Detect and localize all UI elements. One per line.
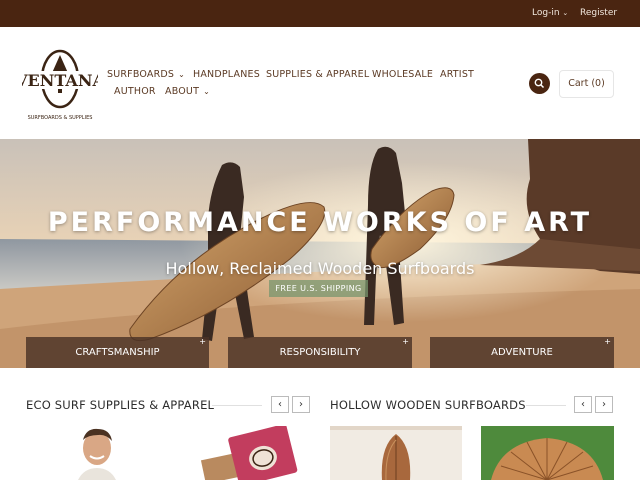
cart-button[interactable]: Cart (0) — [559, 70, 614, 98]
ventana-logo[interactable]: VENTANA SURFBOARDS & SUPPLIES — [22, 43, 98, 123]
tile-craftsmanship-label: CRAFTSMANSHIP — [75, 347, 160, 358]
tile-craftsmanship[interactable]: CRAFTSMANSHIP + — [26, 337, 209, 368]
boards-next-button[interactable]: › — [595, 396, 613, 413]
section-title-boards: HOLLOW WOODEN SURFBOARDS — [330, 398, 526, 412]
chevron-down-icon: ⌄ — [562, 9, 569, 17]
nav-handplanes[interactable]: HANDPLANES — [193, 69, 260, 80]
tile-adventure-label: ADVENTURE — [491, 347, 553, 358]
tile-responsibility-label: RESPONSIBILITY — [279, 347, 361, 358]
product-thumb-surfboard-2[interactable] — [481, 426, 614, 480]
register-link[interactable]: Register — [580, 8, 617, 18]
hero-banner[interactable]: PERFORMANCE WORKS OF ART Hollow, Reclaim… — [0, 139, 640, 368]
nav-wholesale[interactable]: WHOLESALE — [372, 69, 433, 80]
hero-title: PERFORMANCE WORKS OF ART — [47, 207, 593, 238]
section-divider — [526, 405, 566, 406]
product-thumb-tshirt-model[interactable] — [70, 426, 130, 480]
chevron-right-icon: › — [299, 399, 303, 410]
tile-adventure[interactable]: ADVENTURE + — [430, 337, 614, 368]
top-bar: Log-in ⌄ Register — [0, 0, 640, 27]
wax-box-photo — [195, 426, 305, 480]
chevron-left-icon: ‹ — [278, 399, 282, 410]
chevron-down-icon: ⌄ — [203, 87, 210, 96]
product-thumb-surfboard-1[interactable] — [330, 426, 462, 480]
nav-supplies-apparel[interactable]: SUPPLIES & APPAREL — [266, 69, 369, 80]
surfboard-photo — [481, 426, 614, 480]
search-button[interactable] — [529, 73, 550, 94]
plus-icon: + — [199, 337, 206, 346]
logo-wordmark: VENTANA — [22, 71, 98, 90]
site-header: VENTANA SURFBOARDS & SUPPLIES SURFBOARDS… — [0, 27, 640, 139]
supplies-next-button[interactable]: › — [292, 396, 310, 413]
chevron-down-icon: ⌄ — [178, 70, 186, 79]
section-divider — [212, 405, 262, 406]
model-photo — [70, 426, 130, 480]
nav-surfboards[interactable]: SURFBOARDS ⌄ — [107, 69, 185, 80]
hero-beach-photo — [0, 139, 640, 368]
product-thumb-wax-box[interactable] — [195, 426, 305, 480]
boards-prev-button[interactable]: ‹ — [574, 396, 592, 413]
free-shipping-badge: FREE U.S. SHIPPING — [269, 280, 368, 297]
hero-subtitle: Hollow, Reclaimed Wooden Surfboards — [165, 259, 475, 278]
plus-icon: + — [402, 337, 409, 346]
nav-about-label: ABOUT — [165, 86, 200, 97]
nav-artist[interactable]: ARTIST — [440, 69, 474, 80]
search-icon — [534, 78, 545, 89]
section-title-supplies: ECO SURF SUPPLIES & APPAREL — [26, 398, 215, 412]
logo-tagline: SURFBOARDS & SUPPLIES — [28, 115, 93, 121]
chevron-left-icon: ‹ — [581, 399, 585, 410]
plus-icon: + — [604, 337, 611, 346]
surfboard-photo — [330, 426, 462, 480]
login-link[interactable]: Log-in ⌄ — [532, 8, 568, 18]
nav-surfboards-label: SURFBOARDS — [107, 69, 175, 80]
tile-responsibility[interactable]: RESPONSIBILITY + — [228, 337, 412, 368]
supplies-prev-button[interactable]: ‹ — [271, 396, 289, 413]
nav-author[interactable]: AUTHOR — [114, 86, 156, 97]
login-label: Log-in — [532, 8, 560, 18]
chevron-right-icon: › — [602, 399, 606, 410]
nav-about[interactable]: ABOUT ⌄ — [165, 86, 210, 97]
